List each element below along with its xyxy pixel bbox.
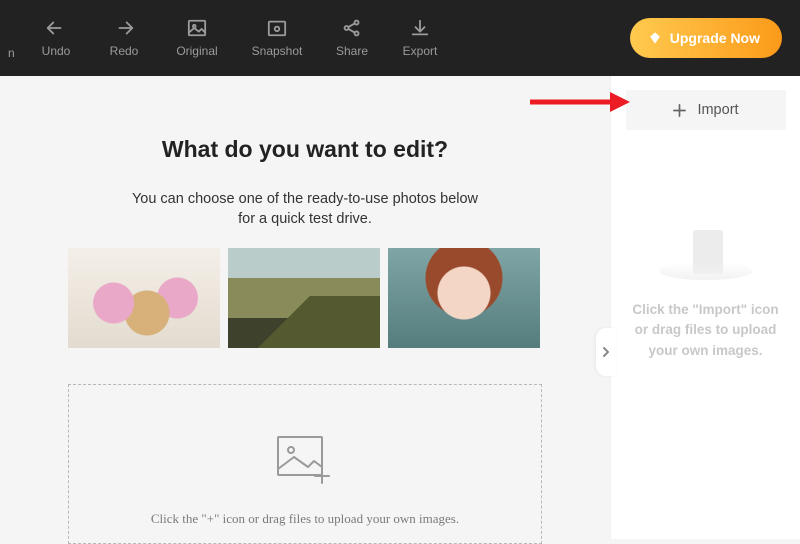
share-label: Share — [336, 44, 368, 58]
top-toolbar: n Undo Redo Original Snapshot Share Expo… — [0, 0, 800, 76]
sample-image-portrait[interactable] — [388, 248, 540, 348]
dropzone-hint: Click the "+" icon or drag files to uplo… — [151, 511, 459, 527]
import-label: Import — [697, 102, 738, 118]
diamond-icon — [648, 31, 662, 45]
main-area: What do you want to edit? You can choose… — [0, 76, 800, 539]
export-label: Export — [403, 44, 438, 58]
download-icon — [409, 18, 431, 38]
camera-icon — [266, 18, 288, 38]
sample-image-donuts[interactable] — [68, 248, 220, 348]
empty-state-hint: Click the "Import" icon or drag files to… — [611, 300, 800, 361]
export-button[interactable]: Export — [386, 0, 454, 76]
redo-button[interactable]: Redo — [90, 0, 158, 76]
undo-icon — [45, 18, 67, 38]
image-icon — [186, 18, 208, 38]
share-icon — [341, 18, 363, 38]
undo-button[interactable]: Undo — [22, 0, 90, 76]
upgrade-label: Upgrade Now — [670, 30, 760, 46]
sample-row — [68, 248, 542, 348]
upload-dropzone[interactable]: Click the "+" icon or drag files to uplo… — [68, 384, 542, 544]
snapshot-button[interactable]: Snapshot — [236, 0, 318, 76]
empty-state-illustration — [651, 220, 761, 290]
page-subtitle: You can choose one of the ready-to-use p… — [40, 189, 570, 230]
right-panel: Import Click the "Import" icon or drag f… — [610, 76, 800, 539]
import-button[interactable]: Import — [626, 90, 786, 130]
original-label: Original — [176, 44, 217, 58]
share-button[interactable]: Share — [318, 0, 386, 76]
cropped-tab-text: n — [8, 0, 22, 76]
panel-collapse-handle[interactable] — [596, 328, 616, 376]
page-title: What do you want to edit? — [40, 136, 570, 163]
add-image-icon — [274, 433, 336, 487]
undo-label: Undo — [42, 44, 71, 58]
chevron-right-icon — [602, 346, 610, 358]
redo-label: Redo — [110, 44, 139, 58]
workspace: What do you want to edit? You can choose… — [0, 76, 610, 539]
original-button[interactable]: Original — [158, 0, 236, 76]
snapshot-label: Snapshot — [252, 44, 303, 58]
upgrade-button[interactable]: Upgrade Now — [630, 18, 782, 58]
plus-icon — [672, 103, 687, 118]
sample-image-landscape[interactable] — [228, 248, 380, 348]
redo-icon — [113, 18, 135, 38]
